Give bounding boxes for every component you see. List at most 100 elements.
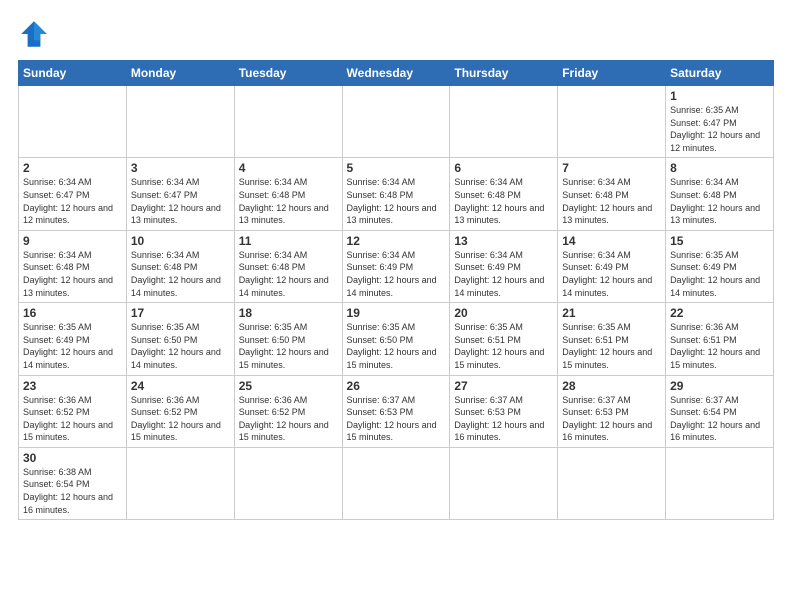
logo-icon: [18, 18, 50, 50]
calendar-cell: 28Sunrise: 6:37 AM Sunset: 6:53 PM Dayli…: [558, 375, 666, 447]
day-info: Sunrise: 6:34 AM Sunset: 6:48 PM Dayligh…: [239, 249, 338, 299]
weekday-wednesday: Wednesday: [342, 61, 450, 86]
day-number: 24: [131, 379, 230, 393]
day-info: Sunrise: 6:35 AM Sunset: 6:50 PM Dayligh…: [239, 321, 338, 371]
calendar-cell: 6Sunrise: 6:34 AM Sunset: 6:48 PM Daylig…: [450, 158, 558, 230]
day-number: 1: [670, 89, 769, 103]
calendar-cell: 18Sunrise: 6:35 AM Sunset: 6:50 PM Dayli…: [234, 303, 342, 375]
calendar-week-0: 1Sunrise: 6:35 AM Sunset: 6:47 PM Daylig…: [19, 86, 774, 158]
calendar-cell: 21Sunrise: 6:35 AM Sunset: 6:51 PM Dayli…: [558, 303, 666, 375]
day-info: Sunrise: 6:34 AM Sunset: 6:49 PM Dayligh…: [454, 249, 553, 299]
day-number: 28: [562, 379, 661, 393]
calendar-cell: [558, 86, 666, 158]
calendar-cell: 30Sunrise: 6:38 AM Sunset: 6:54 PM Dayli…: [19, 447, 127, 519]
day-info: Sunrise: 6:36 AM Sunset: 6:52 PM Dayligh…: [23, 394, 122, 444]
calendar-cell: 20Sunrise: 6:35 AM Sunset: 6:51 PM Dayli…: [450, 303, 558, 375]
day-info: Sunrise: 6:36 AM Sunset: 6:52 PM Dayligh…: [239, 394, 338, 444]
day-number: 25: [239, 379, 338, 393]
day-number: 27: [454, 379, 553, 393]
day-info: Sunrise: 6:35 AM Sunset: 6:50 PM Dayligh…: [347, 321, 446, 371]
day-number: 6: [454, 161, 553, 175]
calendar-cell: 23Sunrise: 6:36 AM Sunset: 6:52 PM Dayli…: [19, 375, 127, 447]
day-info: Sunrise: 6:35 AM Sunset: 6:49 PM Dayligh…: [670, 249, 769, 299]
day-info: Sunrise: 6:34 AM Sunset: 6:48 PM Dayligh…: [454, 176, 553, 226]
day-number: 19: [347, 306, 446, 320]
calendar-cell: 4Sunrise: 6:34 AM Sunset: 6:48 PM Daylig…: [234, 158, 342, 230]
weekday-header-row: SundayMondayTuesdayWednesdayThursdayFrid…: [19, 61, 774, 86]
calendar-cell: 3Sunrise: 6:34 AM Sunset: 6:47 PM Daylig…: [126, 158, 234, 230]
calendar-cell: 22Sunrise: 6:36 AM Sunset: 6:51 PM Dayli…: [666, 303, 774, 375]
day-number: 3: [131, 161, 230, 175]
calendar-cell: 12Sunrise: 6:34 AM Sunset: 6:49 PM Dayli…: [342, 230, 450, 302]
calendar-cell: [234, 86, 342, 158]
day-info: Sunrise: 6:34 AM Sunset: 6:48 PM Dayligh…: [131, 249, 230, 299]
weekday-friday: Friday: [558, 61, 666, 86]
day-info: Sunrise: 6:34 AM Sunset: 6:47 PM Dayligh…: [23, 176, 122, 226]
day-number: 17: [131, 306, 230, 320]
calendar-cell: 29Sunrise: 6:37 AM Sunset: 6:54 PM Dayli…: [666, 375, 774, 447]
day-number: 7: [562, 161, 661, 175]
weekday-saturday: Saturday: [666, 61, 774, 86]
calendar-cell: 7Sunrise: 6:34 AM Sunset: 6:48 PM Daylig…: [558, 158, 666, 230]
calendar-cell: 5Sunrise: 6:34 AM Sunset: 6:48 PM Daylig…: [342, 158, 450, 230]
day-info: Sunrise: 6:35 AM Sunset: 6:49 PM Dayligh…: [23, 321, 122, 371]
day-info: Sunrise: 6:37 AM Sunset: 6:53 PM Dayligh…: [562, 394, 661, 444]
day-info: Sunrise: 6:35 AM Sunset: 6:47 PM Dayligh…: [670, 104, 769, 154]
calendar-cell: [126, 447, 234, 519]
day-number: 9: [23, 234, 122, 248]
weekday-thursday: Thursday: [450, 61, 558, 86]
day-number: 18: [239, 306, 338, 320]
day-number: 21: [562, 306, 661, 320]
day-info: Sunrise: 6:37 AM Sunset: 6:53 PM Dayligh…: [347, 394, 446, 444]
calendar-cell: 11Sunrise: 6:34 AM Sunset: 6:48 PM Dayli…: [234, 230, 342, 302]
calendar-cell: 27Sunrise: 6:37 AM Sunset: 6:53 PM Dayli…: [450, 375, 558, 447]
weekday-sunday: Sunday: [19, 61, 127, 86]
day-info: Sunrise: 6:34 AM Sunset: 6:48 PM Dayligh…: [23, 249, 122, 299]
day-info: Sunrise: 6:37 AM Sunset: 6:53 PM Dayligh…: [454, 394, 553, 444]
day-info: Sunrise: 6:37 AM Sunset: 6:54 PM Dayligh…: [670, 394, 769, 444]
calendar-cell: [450, 447, 558, 519]
calendar-cell: 15Sunrise: 6:35 AM Sunset: 6:49 PM Dayli…: [666, 230, 774, 302]
day-number: 14: [562, 234, 661, 248]
day-number: 12: [347, 234, 446, 248]
day-number: 11: [239, 234, 338, 248]
day-number: 15: [670, 234, 769, 248]
day-info: Sunrise: 6:34 AM Sunset: 6:48 PM Dayligh…: [347, 176, 446, 226]
calendar-cell: [342, 447, 450, 519]
day-number: 8: [670, 161, 769, 175]
calendar-week-4: 23Sunrise: 6:36 AM Sunset: 6:52 PM Dayli…: [19, 375, 774, 447]
calendar-cell: 16Sunrise: 6:35 AM Sunset: 6:49 PM Dayli…: [19, 303, 127, 375]
page: SundayMondayTuesdayWednesdayThursdayFrid…: [0, 0, 792, 612]
calendar-cell: 1Sunrise: 6:35 AM Sunset: 6:47 PM Daylig…: [666, 86, 774, 158]
day-info: Sunrise: 6:38 AM Sunset: 6:54 PM Dayligh…: [23, 466, 122, 516]
calendar-cell: 24Sunrise: 6:36 AM Sunset: 6:52 PM Dayli…: [126, 375, 234, 447]
calendar-week-3: 16Sunrise: 6:35 AM Sunset: 6:49 PM Dayli…: [19, 303, 774, 375]
day-info: Sunrise: 6:35 AM Sunset: 6:51 PM Dayligh…: [454, 321, 553, 371]
calendar-cell: 8Sunrise: 6:34 AM Sunset: 6:48 PM Daylig…: [666, 158, 774, 230]
logo: [18, 18, 54, 50]
calendar-week-1: 2Sunrise: 6:34 AM Sunset: 6:47 PM Daylig…: [19, 158, 774, 230]
calendar-cell: [234, 447, 342, 519]
calendar-cell: [342, 86, 450, 158]
day-info: Sunrise: 6:34 AM Sunset: 6:48 PM Dayligh…: [670, 176, 769, 226]
weekday-tuesday: Tuesday: [234, 61, 342, 86]
day-number: 26: [347, 379, 446, 393]
calendar-cell: 14Sunrise: 6:34 AM Sunset: 6:49 PM Dayli…: [558, 230, 666, 302]
calendar-cell: 10Sunrise: 6:34 AM Sunset: 6:48 PM Dayli…: [126, 230, 234, 302]
calendar-cell: [19, 86, 127, 158]
calendar-cell: 26Sunrise: 6:37 AM Sunset: 6:53 PM Dayli…: [342, 375, 450, 447]
day-number: 23: [23, 379, 122, 393]
day-number: 5: [347, 161, 446, 175]
calendar-week-5: 30Sunrise: 6:38 AM Sunset: 6:54 PM Dayli…: [19, 447, 774, 519]
weekday-monday: Monday: [126, 61, 234, 86]
day-number: 2: [23, 161, 122, 175]
day-number: 29: [670, 379, 769, 393]
calendar-cell: 25Sunrise: 6:36 AM Sunset: 6:52 PM Dayli…: [234, 375, 342, 447]
day-info: Sunrise: 6:34 AM Sunset: 6:49 PM Dayligh…: [347, 249, 446, 299]
day-number: 20: [454, 306, 553, 320]
day-number: 22: [670, 306, 769, 320]
calendar-cell: 9Sunrise: 6:34 AM Sunset: 6:48 PM Daylig…: [19, 230, 127, 302]
day-info: Sunrise: 6:36 AM Sunset: 6:51 PM Dayligh…: [670, 321, 769, 371]
calendar-cell: 2Sunrise: 6:34 AM Sunset: 6:47 PM Daylig…: [19, 158, 127, 230]
day-info: Sunrise: 6:34 AM Sunset: 6:48 PM Dayligh…: [239, 176, 338, 226]
